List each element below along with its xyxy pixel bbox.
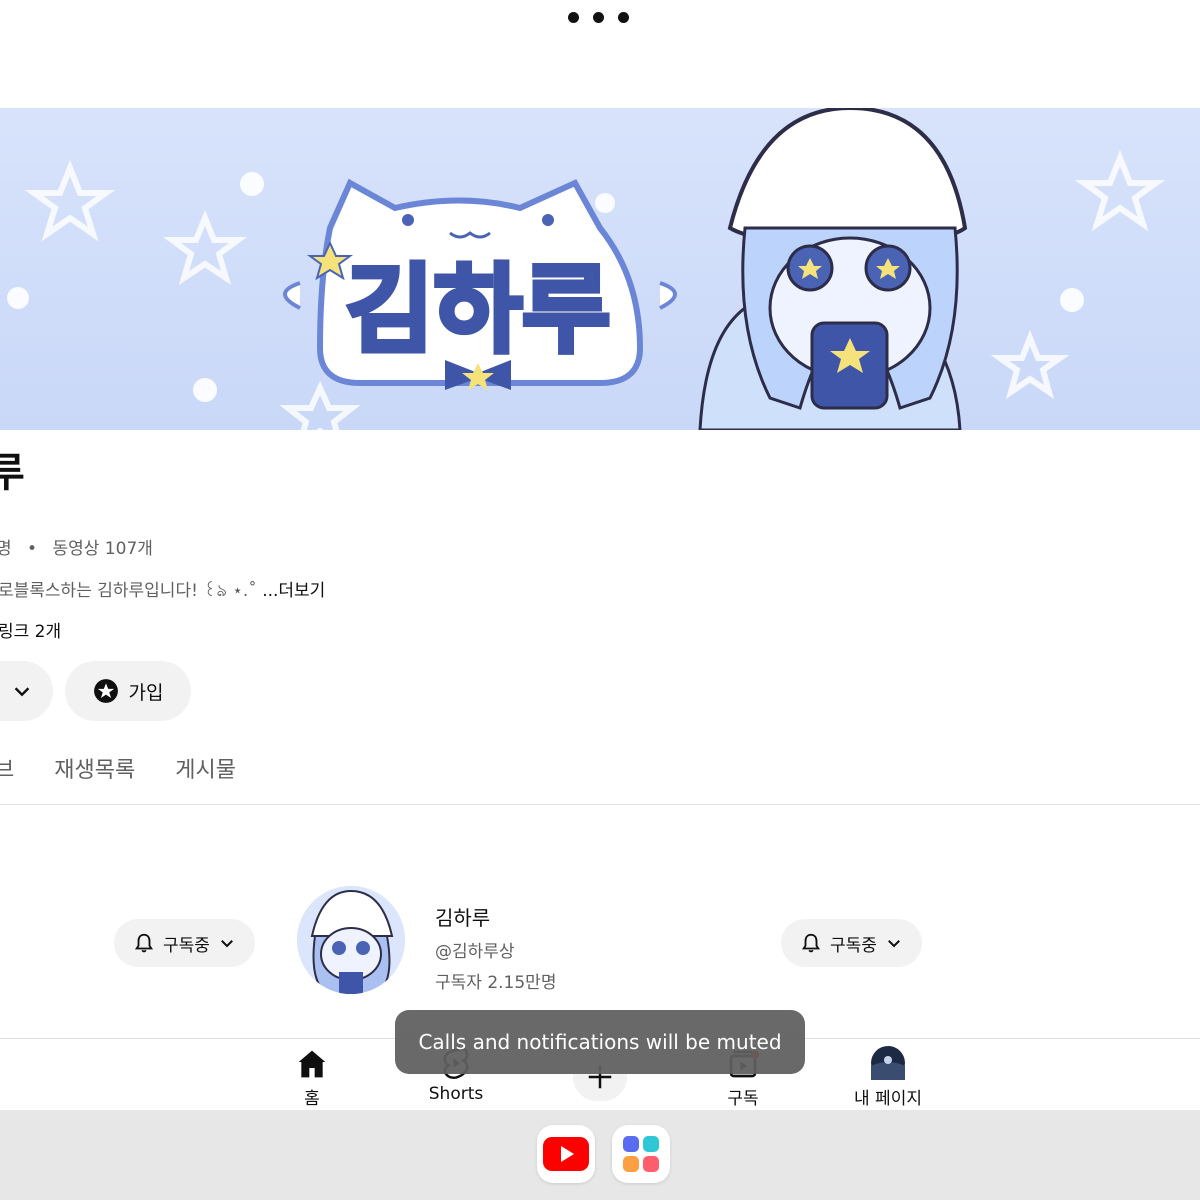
- nav-mypage[interactable]: 내 페이지: [833, 1040, 943, 1110]
- channel-links[interactable]: 링크 2개: [0, 617, 61, 642]
- channel-avatar[interactable]: [297, 886, 405, 994]
- tab-partial[interactable]: 브: [0, 752, 14, 784]
- subscribed-label: 구독중: [830, 935, 877, 956]
- nav-home[interactable]: 홈: [257, 1040, 367, 1110]
- join-button[interactable]: 가입: [65, 661, 191, 721]
- nav-home-label: 홈: [304, 1089, 320, 1109]
- more-dots-icon[interactable]: [568, 12, 629, 23]
- nav-mypage-label: 내 페이지: [854, 1089, 922, 1109]
- description-text: 로블록스하는 김하루입니다! ꒰ঌ ⋆.˚: [0, 581, 257, 601]
- channel-handle: @김하루상: [435, 942, 515, 962]
- nav-subscriptions-label: 구독: [727, 1089, 759, 1109]
- subscribed-label: 구독중: [163, 935, 210, 956]
- subscriber-count: 구독자 2.15만명: [435, 973, 557, 993]
- channel-banner: 김하루: [0, 108, 1200, 430]
- tabs-divider: [0, 804, 1200, 805]
- channel-title: 루: [0, 450, 25, 496]
- channel-meta: 명 • 동영상 107개: [0, 534, 153, 559]
- chevron-down-icon: [14, 687, 30, 697]
- system-dock: [0, 1110, 1200, 1200]
- video-count: 동영상 107개: [52, 539, 153, 559]
- avatar-image: [297, 886, 405, 994]
- apps-grid-icon: [623, 1136, 659, 1172]
- tab-posts[interactable]: 게시물: [175, 752, 236, 784]
- nav-shorts-label: Shorts: [428, 1084, 484, 1104]
- youtube-channel-page: 김하루 루 명 • 동영상 107개 로블록스하는 김하루입니다! ꒰ঌ ⋆.˚…: [0, 0, 1200, 1200]
- banner-character: [698, 108, 968, 430]
- home-icon: [298, 1050, 326, 1078]
- app-library-icon[interactable]: [612, 1125, 670, 1183]
- bell-icon: [134, 933, 154, 953]
- subscribe-dropdown-button[interactable]: [0, 661, 53, 721]
- tab-playlists[interactable]: 재생목록: [54, 752, 135, 784]
- youtube-logo-icon: [543, 1137, 589, 1171]
- join-label: 가입: [128, 681, 164, 704]
- banner-logo-text: 김하루: [346, 254, 611, 366]
- membership-star-icon: [93, 679, 118, 703]
- subscribed-button-right[interactable]: 구독중: [781, 919, 922, 967]
- chevron-down-icon: [221, 940, 233, 948]
- youtube-app-icon[interactable]: [537, 1125, 595, 1183]
- bell-icon: [801, 933, 821, 953]
- more-link[interactable]: ...더보기: [262, 581, 325, 601]
- mute-toast: Calls and notifications will be muted: [395, 1010, 805, 1074]
- chevron-down-icon: [888, 940, 900, 948]
- channel-description[interactable]: 로블록스하는 김하루입니다! ꒰ঌ ⋆.˚ ...더보기: [0, 576, 325, 606]
- subscribed-button-left[interactable]: 구독중: [114, 919, 255, 967]
- profile-avatar-icon: [871, 1046, 905, 1080]
- subscriber-count-partial: 명: [0, 539, 12, 559]
- channel-tabs: 브 재생목록 게시물: [0, 752, 236, 784]
- meta-separator: •: [27, 539, 38, 559]
- banner-artwork: 김하루: [7, 108, 1166, 430]
- channel-name: 김하루: [435, 906, 491, 930]
